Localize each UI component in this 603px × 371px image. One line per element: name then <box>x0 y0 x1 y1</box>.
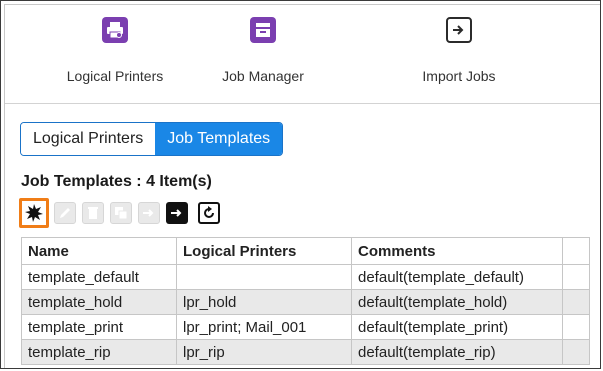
job-manager-icon <box>250 17 276 43</box>
content-panel: Logical Printers Job Manager Import Jobs… <box>4 4 600 368</box>
cell-comments: default(template_rip) <box>351 339 563 365</box>
table-row[interactable]: template_default default(template_defaul… <box>21 264 590 290</box>
refresh-icon <box>198 202 220 224</box>
table-row[interactable]: template_rip lpr_rip default(template_ri… <box>21 339 590 365</box>
column-header-extra <box>562 237 590 265</box>
cell-comments: default(template_print) <box>351 314 563 340</box>
toolbar-label: Import Jobs <box>422 68 496 84</box>
cell-logical-printers <box>176 264 352 290</box>
toolbar-label: Job Manager <box>222 68 304 84</box>
delete-button[interactable] <box>81 201 105 225</box>
cell-extra <box>562 289 590 315</box>
new-icon <box>25 204 43 222</box>
toolbar-label: Logical Printers <box>66 68 164 84</box>
cell-extra <box>562 339 590 365</box>
column-header-logical-printers[interactable]: Logical Printers <box>176 237 352 265</box>
section-title: Job Templates : 4 Item(s) <box>21 173 212 190</box>
copy-icon <box>110 202 132 224</box>
cell-name: template_print <box>21 314 177 340</box>
import-button[interactable] <box>165 201 189 225</box>
edit-button[interactable] <box>53 201 77 225</box>
import-icon <box>446 17 472 43</box>
table-header-row: Name Logical Printers Comments <box>21 237 590 265</box>
cell-comments: default(template_default) <box>351 264 563 290</box>
table-row[interactable]: template_hold lpr_hold default(template_… <box>21 289 590 315</box>
cell-logical-printers: lpr_print; Mail_001 <box>176 314 352 340</box>
tab-job-templates[interactable]: Job Templates <box>155 123 283 155</box>
column-header-name[interactable]: Name <box>21 237 177 265</box>
copy-button[interactable] <box>109 201 133 225</box>
job-templates-table: Name Logical Printers Comments template_… <box>21 237 590 365</box>
cell-logical-printers: lpr_rip <box>176 339 352 365</box>
refresh-button[interactable] <box>197 201 221 225</box>
tab-bar: Logical Printers Job Templates <box>20 122 284 156</box>
edit-icon <box>54 202 76 224</box>
top-toolbar: Logical Printers Job Manager Import Jobs <box>5 5 600 104</box>
cell-comments: default(template_hold) <box>351 289 563 315</box>
cell-logical-printers: lpr_hold <box>176 289 352 315</box>
cell-name: template_default <box>21 264 177 290</box>
cell-extra <box>562 314 590 340</box>
printer-settings-icon <box>102 17 128 43</box>
cell-name: template_rip <box>21 339 177 365</box>
import-icon <box>166 202 188 224</box>
toolbar-import-jobs[interactable]: Import Jobs <box>389 17 529 84</box>
export-icon <box>138 202 160 224</box>
cell-extra <box>562 264 590 290</box>
tab-logical-printers[interactable]: Logical Printers <box>21 123 156 155</box>
cell-name: template_hold <box>21 289 177 315</box>
table-row[interactable]: template_print lpr_print; Mail_001 defau… <box>21 314 590 340</box>
toolbar-logical-printers[interactable]: Logical Printers <box>45 17 185 84</box>
toolbar-job-manager[interactable]: Job Manager <box>193 17 333 84</box>
export-button[interactable] <box>137 201 161 225</box>
new-button[interactable] <box>19 198 49 228</box>
app-frame: Logical Printers Job Manager Import Jobs… <box>0 0 601 369</box>
delete-icon <box>82 202 104 224</box>
column-header-comments[interactable]: Comments <box>351 237 563 265</box>
